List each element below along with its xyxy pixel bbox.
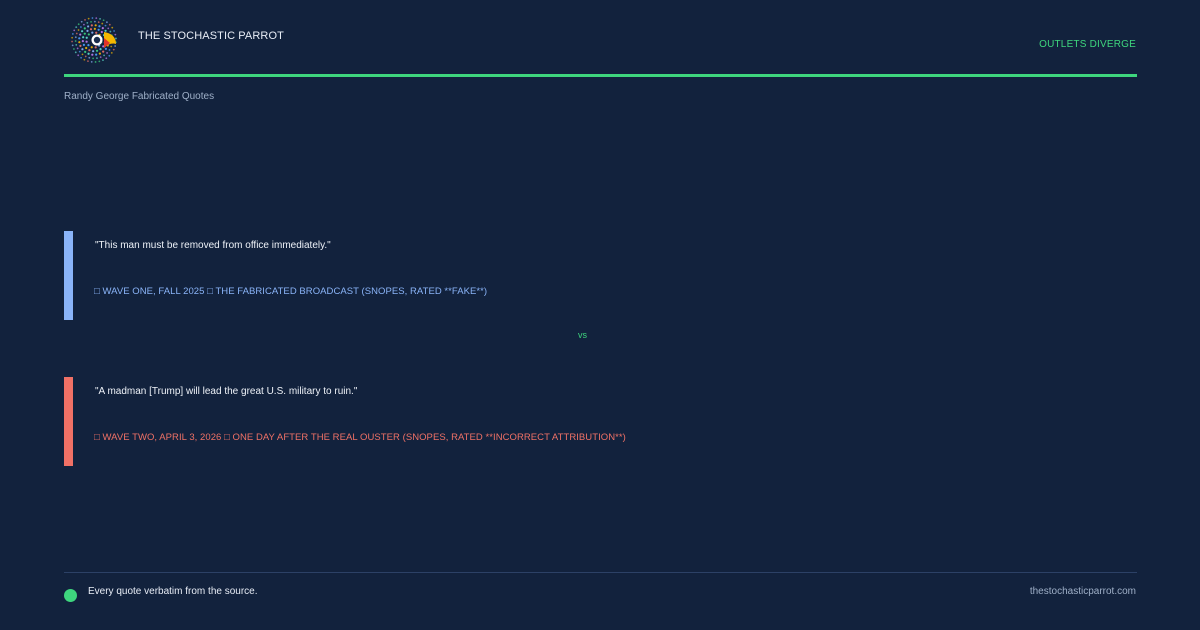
quote-card-wave-two: "A madman [Trump] will lead the great U.… — [64, 377, 1064, 466]
brand-name: THE STOCHASTIC PARROT — [138, 30, 284, 42]
parrot-logo-icon — [71, 17, 117, 63]
vs-separator: vs — [578, 330, 587, 340]
share-card: THE STOCHASTIC PARROT OUTLETS DIVERGE Ra… — [0, 0, 1200, 630]
quote-source: □ WAVE TWO, APRIL 3, 2026 □ ONE DAY AFTE… — [94, 432, 626, 443]
quote-text: "A madman [Trump] will lead the great U.… — [95, 386, 358, 397]
footer-note: Every quote verbatim from the source. — [88, 586, 258, 597]
quote-source: □ WAVE ONE, FALL 2025 □ THE FABRICATED B… — [94, 286, 488, 297]
quote-accent-bar — [64, 377, 73, 466]
verdict-badge: OUTLETS DIVERGE — [1039, 39, 1136, 50]
quote-card-wave-one: "This man must be removed from office im… — [64, 231, 1064, 320]
footer-divider — [64, 572, 1137, 573]
header-divider — [64, 74, 1137, 77]
topic-label: Randy George Fabricated Quotes — [64, 91, 215, 102]
footer-site-link[interactable]: thestochasticparrot.com — [1030, 586, 1136, 597]
quote-text: "This man must be removed from office im… — [95, 240, 331, 251]
green-dot-icon — [64, 589, 77, 602]
quote-accent-bar — [64, 231, 73, 320]
